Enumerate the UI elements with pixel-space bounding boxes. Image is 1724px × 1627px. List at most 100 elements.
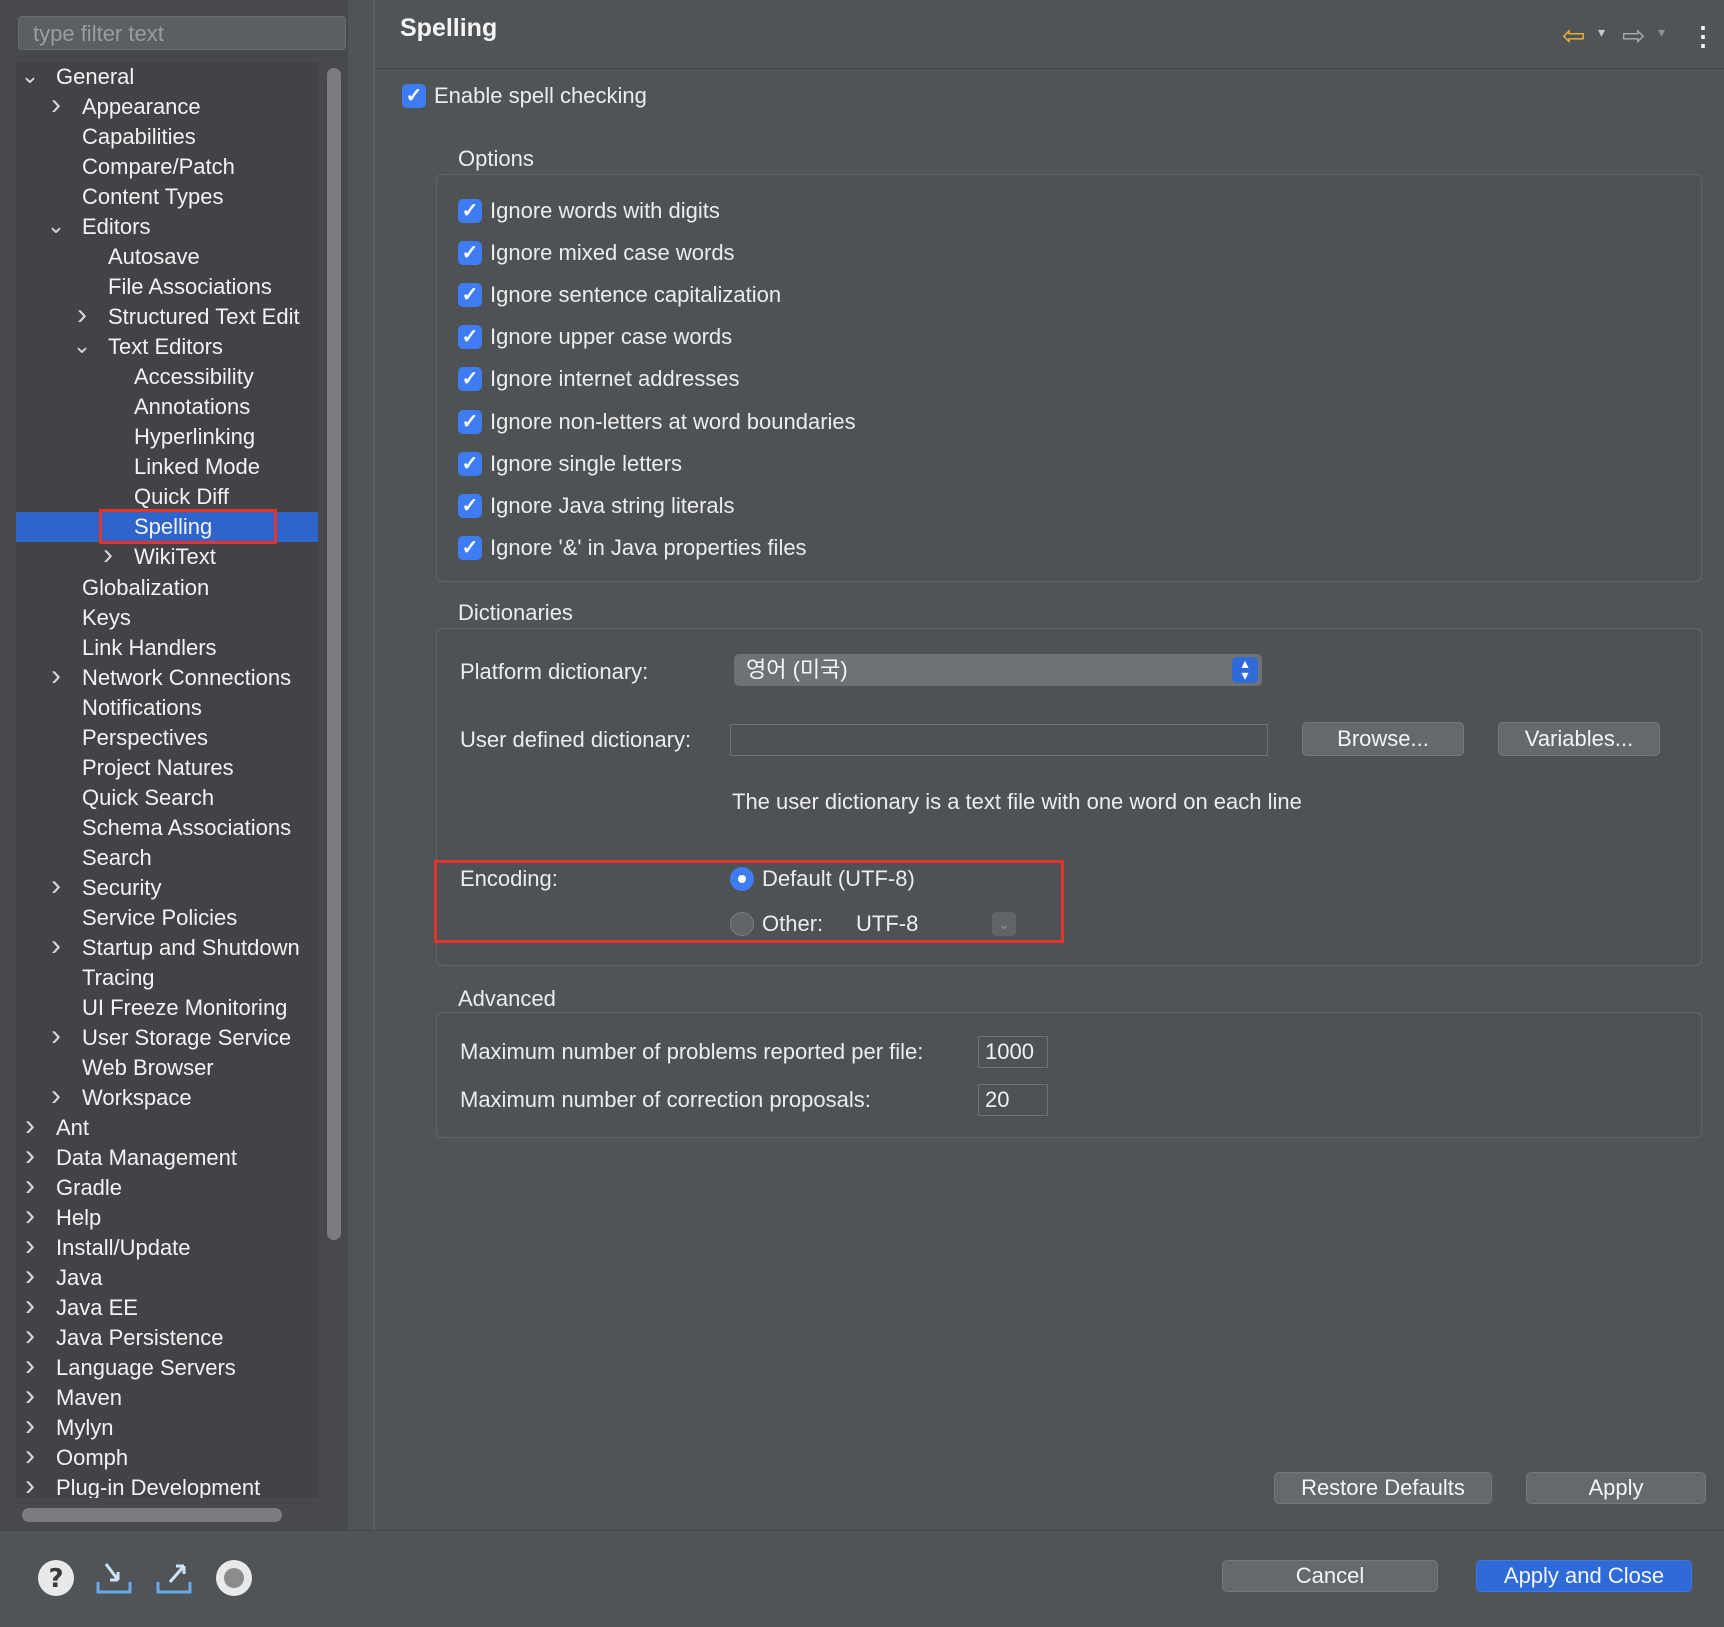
chevron-right-icon[interactable] [98,542,118,572]
option-checkbox[interactable]: ✓ [458,199,482,223]
tree-item-editors[interactable]: Editors [16,212,318,242]
option-label: Ignore words with digits [490,198,720,223]
tree-item-search[interactable]: Search [16,843,318,873]
option-checkbox[interactable]: ✓ [458,367,482,391]
tree-item-compare-patch[interactable]: Compare/Patch [16,152,318,182]
tree-item-mylyn[interactable]: Mylyn [16,1413,318,1443]
platform-dictionary-select[interactable]: 영어 (미국) ▴ ▾ [734,654,1262,686]
kebab-menu-icon[interactable]: ⋮ [1690,18,1716,54]
option-checkbox[interactable]: ✓ [458,325,482,349]
tree-item-label: Network Connections [82,665,292,690]
tree-item-quick-diff[interactable]: Quick Diff [16,482,318,512]
tree-item-linked-mode[interactable]: Linked Mode [16,452,318,482]
tree-item-schema-associations[interactable]: Schema Associations [16,813,318,843]
back-arrow-icon[interactable]: ⇦ [1562,18,1585,54]
chevron-right-icon[interactable] [46,663,66,693]
max-problems-input[interactable]: 1000 [978,1036,1048,1068]
tree-item-wikitext[interactable]: WikiText [16,542,318,572]
chevron-right-icon[interactable] [46,1023,66,1053]
forward-arrow-icon[interactable]: ⇨ [1622,18,1645,54]
tree-item-text-editors[interactable]: Text Editors [16,332,318,362]
option-checkbox[interactable]: ✓ [458,283,482,307]
tree-item-security[interactable]: Security [16,873,318,903]
record-icon[interactable] [214,1558,254,1598]
tree-item-accessibility[interactable]: Accessibility [16,362,318,392]
tree-item-java[interactable]: Java [16,1263,318,1293]
user-dictionary-input[interactable] [730,724,1268,756]
chevron-right-icon[interactable] [46,92,66,122]
tree-item-service-policies[interactable]: Service Policies [16,903,318,933]
option-checkbox[interactable]: ✓ [458,241,482,265]
tree-item-globalization[interactable]: Globalization [16,573,318,603]
option-label: Ignore mixed case words [490,240,735,265]
tree-item-java-persistence[interactable]: Java Persistence [16,1323,318,1353]
chevron-right-icon[interactable] [46,933,66,963]
help-icon[interactable]: ? [36,1558,76,1598]
chevron-down-icon[interactable] [46,212,66,242]
panel-divider[interactable] [373,0,375,1530]
option-checkbox[interactable]: ✓ [458,536,482,560]
back-dropdown-chevron-icon[interactable]: ▾ [1598,24,1605,41]
max-problems-label: Maximum number of problems reported per … [460,1039,924,1064]
tree-item-appearance[interactable]: Appearance [16,92,318,122]
tree-item-autosave[interactable]: Autosave [16,242,318,272]
chevron-right-icon[interactable] [46,873,66,903]
chevron-down-icon[interactable] [20,62,40,92]
tree-item-quick-search[interactable]: Quick Search [16,783,318,813]
tree-item-startup-and-shutdown[interactable]: Startup and Shutdown [16,933,318,963]
chevron-right-icon[interactable] [20,1473,40,1498]
tree-item-structured-text-edit[interactable]: Structured Text Edit [16,302,318,332]
tree-item-oomph[interactable]: Oomph [16,1443,318,1473]
tree-item-network-connections[interactable]: Network Connections [16,663,318,693]
tree-item-capabilities[interactable]: Capabilities [16,122,318,152]
tree-item-language-servers[interactable]: Language Servers [16,1353,318,1383]
tree-item-file-associations[interactable]: File Associations [16,272,318,302]
browse-button[interactable]: Browse... [1302,722,1464,756]
cancel-button[interactable]: Cancel [1222,1560,1438,1592]
option-checkbox[interactable]: ✓ [458,452,482,476]
restore-defaults-button[interactable]: Restore Defaults [1274,1472,1492,1504]
tree-item-ant[interactable]: Ant [16,1113,318,1143]
tree-item-tracing[interactable]: Tracing [16,963,318,993]
tree-item-project-natures[interactable]: Project Natures [16,753,318,783]
option-label: Ignore sentence capitalization [490,282,782,307]
tree-item-maven[interactable]: Maven [16,1383,318,1413]
tree-item-workspace[interactable]: Workspace [16,1083,318,1113]
tree-item-content-types[interactable]: Content Types [16,182,318,212]
tree-item-keys[interactable]: Keys [16,603,318,633]
filter-input[interactable]: type filter text [18,16,346,50]
tree-item-general[interactable]: General [16,62,318,92]
tree-horizontal-scroll-thumb[interactable] [22,1508,282,1522]
tree-item-hyperlinking[interactable]: Hyperlinking [16,422,318,452]
tree-item-ui-freeze-monitoring[interactable]: UI Freeze Monitoring [16,993,318,1023]
user-dictionary-hint: The user dictionary is a text file with … [732,789,1302,814]
tree-item-plug-in-development[interactable]: Plug-in Development [16,1473,318,1498]
import-icon[interactable] [94,1558,134,1598]
apply-and-close-button[interactable]: Apply and Close [1476,1560,1692,1592]
max-proposals-input[interactable]: 20 [978,1084,1048,1116]
tree-item-data-management[interactable]: Data Management [16,1143,318,1173]
tree-item-notifications[interactable]: Notifications [16,693,318,723]
preferences-tree: General Appearance Capabilities Compare/Pat… [16,62,318,1498]
option-checkbox[interactable]: ✓ [458,410,482,434]
variables-button[interactable]: Variables... [1498,722,1660,756]
tree-item-user-storage-service[interactable]: User Storage Service [16,1023,318,1053]
tree-vertical-scroll-thumb[interactable] [327,68,341,1240]
option-checkbox[interactable]: ✓ [458,494,482,518]
forward-dropdown-chevron-icon[interactable]: ▾ [1658,24,1665,41]
chevron-right-icon[interactable] [46,1083,66,1113]
tree-item-help[interactable]: Help [16,1203,318,1233]
tree-item-link-handlers[interactable]: Link Handlers [16,633,318,663]
tree-item-java-ee[interactable]: Java EE [16,1293,318,1323]
tree-item-label: General [56,64,135,89]
enable-spell-checking-checkbox[interactable]: ✓ [402,84,426,108]
apply-button[interactable]: Apply [1526,1472,1706,1504]
tree-item-gradle[interactable]: Gradle [16,1173,318,1203]
tree-item-install-update[interactable]: Install/Update [16,1233,318,1263]
tree-item-annotations[interactable]: Annotations [16,392,318,422]
chevron-right-icon[interactable] [72,302,92,332]
tree-item-perspectives[interactable]: Perspectives [16,723,318,753]
export-icon[interactable] [154,1558,194,1598]
tree-item-web-browser[interactable]: Web Browser [16,1053,318,1083]
chevron-down-icon[interactable] [72,332,92,362]
